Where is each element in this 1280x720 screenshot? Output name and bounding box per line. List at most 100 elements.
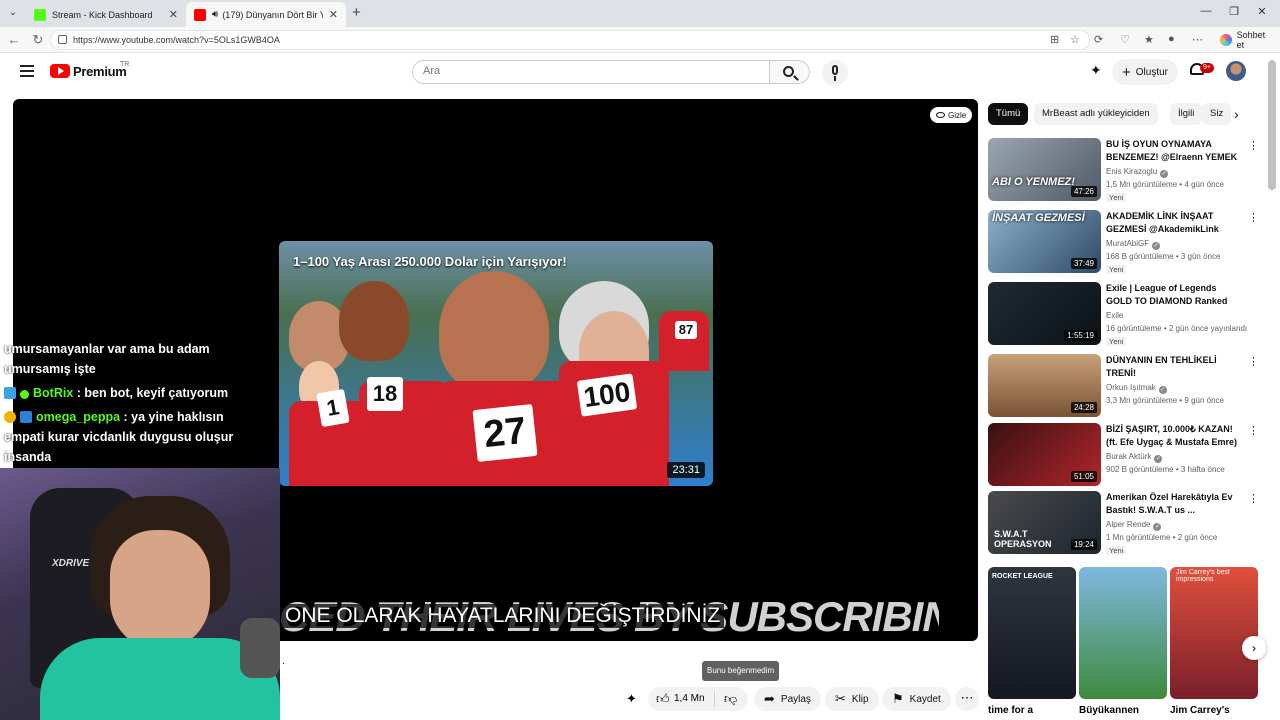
like-count[interactable]: 1,4 Mn: [674, 693, 705, 704]
close-tab-icon[interactable]: ✕: [169, 8, 178, 21]
recommended-video[interactable]: ABI O YENMEZ! 47:26 BU İŞ OYUN OYNAMAYA …: [988, 138, 1259, 204]
video-title[interactable]: AKADEMİK LİNK İNŞAAT GEZMESİ @AkademikLi…: [1106, 210, 1244, 236]
headphones: [240, 618, 280, 678]
channel-name[interactable]: Enis Kirazoglu ✓: [1106, 167, 1169, 178]
video-menu-icon[interactable]: ⋮: [1248, 211, 1259, 224]
video-menu-icon[interactable]: ⋮: [1248, 355, 1259, 368]
recommended-video[interactable]: 1:55:19 Exile | League of Legends GOLD T…: [988, 282, 1258, 348]
logo-text[interactable]: Premium: [73, 64, 127, 79]
caption-text: ONE OLARAK HAYATLARINI DEĞİŞTİRDİNİZ: [281, 604, 725, 628]
close-window-icon[interactable]: ✕: [1254, 5, 1270, 18]
endscreen-video-card[interactable]: 1 18 27 100 87 1–100 Yaş Arası 250.000 D…: [279, 241, 713, 486]
video-duration: 47:26: [1070, 186, 1097, 197]
speaker-icon[interactable]: 🔊︎: [212, 9, 218, 20]
favorites-icon[interactable]: ★: [1144, 33, 1154, 46]
chip-for-you[interactable]: Siz: [1202, 103, 1232, 125]
recommended-video[interactable]: S.W.A.T OPERASYON 19:24 Amerikan Özel Ha…: [988, 491, 1259, 557]
short-item[interactable]: ROCKET LEAGUE: [988, 567, 1076, 699]
new-badge: Yeni: [1106, 193, 1127, 202]
video-title[interactable]: BU İŞ OYUN OYNAMAYA BENZEMEZ! @Elraenn Y…: [1106, 138, 1244, 166]
avatar[interactable]: [1226, 61, 1246, 81]
site-info-icon[interactable]: [58, 35, 67, 44]
channel-name[interactable]: Exile: [1106, 311, 1123, 320]
chip-related[interactable]: İlgili: [1170, 103, 1203, 125]
short-title[interactable]: time for a: [988, 705, 1033, 716]
search-button[interactable]: [770, 60, 810, 84]
gamepad-icon[interactable]: ✦: [1090, 62, 1102, 79]
close-tab-icon[interactable]: ✕: [329, 8, 338, 21]
address-bar-row: ← ↻ https://www.youtube.com/watch?v=5OLs…: [0, 27, 1280, 53]
share-label: Paylaş: [780, 693, 811, 705]
back-arrow-icon[interactable]: ←: [6, 32, 22, 48]
favorite-star-icon[interactable]: ☆: [1070, 33, 1080, 46]
search-input[interactable]: [423, 65, 753, 77]
hide-endcard-button[interactable]: Gizle: [930, 107, 973, 123]
channel-name[interactable]: Burak Aktürk ✓: [1106, 452, 1163, 463]
save-button[interactable]: ⚑ Kaydet: [882, 687, 951, 711]
tab-title: (179) Dünyanın Dört Bir Yanın: [222, 9, 323, 20]
page-scrollbar[interactable]: [1268, 60, 1276, 190]
settings-more-icon[interactable]: ⋯: [1192, 33, 1203, 46]
gamepad-icon[interactable]: ✦: [626, 691, 637, 707]
more-actions-icon[interactable]: ⋯: [955, 687, 979, 711]
dislike-thumb-icon[interactable]: 👎︎: [724, 691, 737, 707]
chips-next-chevron-icon[interactable]: ›: [1234, 106, 1239, 122]
voice-search-button[interactable]: [822, 60, 848, 86]
browser-essentials-icon[interactable]: ♡: [1120, 33, 1130, 46]
copilot-button[interactable]: Sohbet et: [1214, 30, 1280, 50]
app-install-icon[interactable]: ⊞: [1050, 33, 1059, 46]
new-tab-icon[interactable]: +: [352, 5, 361, 21]
chip-all[interactable]: Tümü: [988, 103, 1029, 125]
short-title[interactable]: Jim Carrey's: [1170, 705, 1230, 716]
youtube-logo-icon[interactable]: [50, 64, 70, 78]
verified-badge-icon: [20, 390, 29, 399]
tab-youtube[interactable]: 🔊︎ (179) Dünyanın Dört Bir Yanın ✕: [186, 2, 346, 27]
video-thumbnail[interactable]: İNŞAAT GEZMESİ 37:49: [988, 210, 1101, 273]
like-thumb-icon[interactable]: 👍︎: [656, 691, 670, 707]
description-start: .: [282, 655, 286, 667]
short-item[interactable]: [1079, 567, 1167, 699]
bib-number: 1: [316, 388, 350, 428]
profile-icon[interactable]: ●: [1168, 33, 1175, 45]
recommended-video[interactable]: İNŞAAT GEZMESİ 37:49 AKADEMİK LİNK İNŞAA…: [988, 210, 1259, 276]
short-title[interactable]: Büyükannen: [1079, 705, 1139, 716]
video-title[interactable]: DÜNYANIN EN TEHLİKELİ TRENİ!: [1106, 354, 1244, 380]
search-box[interactable]: [412, 60, 770, 84]
video-title[interactable]: Amerikan Özel Harekâtıyla Ev Bastık! S.W…: [1106, 491, 1244, 517]
video-menu-icon[interactable]: ⋮: [1248, 424, 1259, 437]
extensions-icon[interactable]: ⟳: [1094, 33, 1103, 46]
shorts-next-chevron-icon[interactable]: ›: [1242, 636, 1266, 660]
share-button[interactable]: ➦ Paylaş: [754, 687, 821, 711]
related-filter-chips: Tümü MrBeast adlı yükleyiciden İlgili Si…: [988, 103, 1250, 125]
youtube-header: Premium TR ✦ + Oluştur: [0, 53, 1280, 91]
screen: ⌄ Stream - Kick Dashboard ✕ 🔊︎ (179) Dün…: [0, 0, 1280, 720]
url-field[interactable]: https://www.youtube.com/watch?v=5OLs1GWB…: [50, 30, 1090, 50]
recommended-video[interactable]: 24:28 DÜNYANIN EN TEHLİKELİ TRENİ! Orkun…: [988, 354, 1259, 420]
reload-icon[interactable]: ↻: [30, 32, 46, 48]
notification-count-badge: 9+: [1200, 63, 1214, 73]
video-thumbnail[interactable]: ABI O YENMEZ! 47:26: [988, 138, 1101, 201]
chip-from-uploader[interactable]: MrBeast adlı yükleyiciden: [1034, 103, 1158, 125]
create-button[interactable]: + Oluştur: [1112, 59, 1178, 85]
channel-name[interactable]: Alper Rende ✓: [1106, 520, 1162, 531]
channel-name[interactable]: MuratAbiGF ✓: [1106, 239, 1161, 250]
video-thumbnail[interactable]: S.W.A.T OPERASYON 19:24: [988, 491, 1101, 554]
tab-list-chevron-icon[interactable]: ⌄: [5, 5, 21, 21]
tab-kick-dashboard[interactable]: Stream - Kick Dashboard ✕: [26, 2, 186, 27]
recommended-video[interactable]: 51:05 BİZİ ŞAŞIRT, 10.000₺ KAZAN! (ft. E…: [988, 423, 1259, 489]
video-title[interactable]: Exile | League of Legends GOLD TO DIAMON…: [1106, 282, 1244, 310]
video-menu-icon[interactable]: ⋮: [1248, 139, 1259, 152]
video-title[interactable]: BİZİ ŞAŞIRT, 10.000₺ KAZAN! (ft. Efe Uyg…: [1106, 423, 1244, 449]
video-thumbnail[interactable]: 51:05: [988, 423, 1101, 486]
channel-name[interactable]: Orkun Işıtmak ✓: [1106, 383, 1167, 394]
video-thumbnail[interactable]: 1:55:19: [988, 282, 1101, 345]
short-item[interactable]: Jim Carrey's best impressions: [1170, 567, 1258, 699]
clip-button[interactable]: ✂ Klip: [825, 687, 879, 711]
video-menu-icon[interactable]: ⋮: [1248, 492, 1259, 505]
restore-icon[interactable]: ❐: [1226, 5, 1242, 18]
video-thumbnail[interactable]: 24:28: [988, 354, 1101, 417]
endcard-duration: 23:31: [667, 462, 705, 478]
minimize-icon[interactable]: —: [1198, 5, 1214, 17]
menu-icon[interactable]: [20, 65, 34, 77]
stream-chat-overlay: umursamayanlar var ama bu adam umursamış…: [0, 338, 280, 468]
